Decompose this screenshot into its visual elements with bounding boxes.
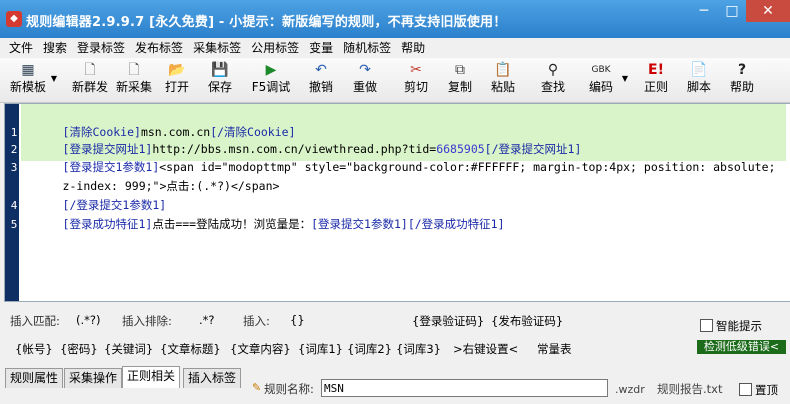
menu-variables[interactable]: 变量	[304, 38, 338, 58]
regex-icon: E!	[648, 62, 664, 78]
cut-button[interactable]: ✂ 剪切	[401, 62, 431, 100]
new-file-icon: 🗋	[128, 62, 140, 78]
line-number: 4	[10, 199, 18, 212]
paste-button[interactable]: 📋 粘贴	[488, 62, 518, 100]
debug-button[interactable]: ▶ F5调试	[250, 62, 292, 100]
tag-lexicon-3[interactable]: {词库3}	[396, 341, 441, 357]
binoculars-icon: ⚲	[547, 62, 559, 78]
exclude-label: 插入排除:	[122, 314, 172, 328]
rule-report-link[interactable]: 规则报告.txt	[657, 381, 722, 397]
encoding-button[interactable]: GBK 编码 ▼	[586, 62, 628, 100]
title-bar: ◆ 规则编辑器2.9.9.7 [永久免费] - 小提示：新版编写的规则，不再支持…	[0, 0, 790, 38]
line-number: 5	[10, 218, 18, 231]
post-captcha-tag[interactable]: {发布验证码}	[491, 313, 563, 329]
tag-account[interactable]: {帐号}	[15, 341, 53, 357]
insert-panel: 插入匹配: (.*?) 插入排除: .*? 插入: {} {登录验证码} {发布…	[0, 302, 790, 366]
copy-button[interactable]: ⧉ 复制	[445, 62, 475, 100]
new-post-button[interactable]: 🗋 新群发	[70, 62, 110, 100]
help-button[interactable]: ? 帮助	[727, 62, 757, 100]
tab-rule-properties[interactable]: 规则属性	[5, 368, 64, 388]
file-extension: .wzdr	[615, 383, 645, 396]
match-label: 插入匹配:	[10, 314, 60, 328]
undo-icon: ↶	[315, 62, 327, 78]
rule-name-label: 规则名称:	[264, 382, 314, 396]
menu-search[interactable]: 搜索	[38, 38, 72, 58]
tab-regex[interactable]: 正则相关	[122, 366, 181, 388]
tag-lexicon-1[interactable]: {词库1}	[298, 341, 343, 357]
new-collect-button[interactable]: 🗋 新采集	[114, 62, 154, 100]
checkbox-icon[interactable]	[739, 383, 752, 396]
tag-article-title[interactable]: {文章标题}	[160, 341, 221, 357]
rule-name-input[interactable]: MSN	[321, 379, 608, 397]
line-number: 3	[10, 161, 18, 174]
right-click-settings[interactable]: >右键设置<	[453, 341, 518, 357]
redo-icon: ↷	[359, 62, 371, 78]
insert-label: 插入:	[243, 314, 270, 328]
insert-exclude-value[interactable]: .*?	[199, 313, 215, 327]
menu-common-tags[interactable]: 公用标签	[246, 38, 304, 58]
script-button[interactable]: 📄 脚本	[684, 62, 714, 100]
code-editor[interactable]: 1 [清除Cookie]msn.com.cn[/清除Cookie] 2 [登录提交网…	[4, 103, 790, 302]
open-button[interactable]: 📂 打开	[162, 62, 192, 100]
regex-button[interactable]: E! 正则	[641, 62, 671, 100]
chevron-down-icon[interactable]: ▼	[51, 74, 57, 83]
tab-insert-tags[interactable]: 插入标签	[183, 368, 242, 388]
chevron-down-icon[interactable]: ▼	[622, 74, 628, 83]
code-line: 5 [登录成功特征1]点击===登陆成功！浏览量是：[登录提交1参数1][/登录成…	[11, 196, 786, 253]
save-button[interactable]: 💾 保存	[205, 62, 235, 100]
window-title: 规则编辑器2.9.9.7 [永久免费] - 小提示：新版编写的规则，不再支持旧版…	[26, 15, 507, 30]
menu-publish-tags[interactable]: 发布标签	[130, 38, 188, 58]
insert-braces-value[interactable]: {}	[290, 313, 305, 327]
copy-icon: ⧉	[455, 62, 465, 78]
tag-password[interactable]: {密码}	[60, 341, 98, 357]
menu-login-tags[interactable]: 登录标签	[72, 38, 130, 58]
line-number: 2	[10, 143, 18, 156]
find-button[interactable]: ⚲ 查找	[538, 62, 568, 100]
save-icon: 💾	[211, 62, 229, 78]
new-file-icon: 🗋	[84, 62, 96, 78]
pin-top-checkbox[interactable]: 置顶	[739, 382, 778, 398]
menu-bar: 文件 搜索 登录标签 发布标签 采集标签 公用标签 变量 随机标签 帮助	[0, 38, 790, 58]
status-bar: 规则属性 采集操作 正则相关 插入标签 ✎ 规则名称: MSN .wzdr 规则…	[0, 366, 790, 404]
tag-lexicon-2[interactable]: {词库2}	[347, 341, 392, 357]
paste-icon: 📋	[494, 62, 512, 78]
smart-hint-checkbox[interactable]: 智能提示	[700, 318, 762, 334]
close-button[interactable]: ✕	[746, 0, 790, 22]
new-template-button[interactable]: ▦ 新模板 ▼	[8, 62, 57, 100]
menu-collect-tags[interactable]: 采集标签	[188, 38, 246, 58]
checkbox-icon[interactable]	[700, 319, 713, 332]
constants-table[interactable]: 常量表	[537, 341, 572, 357]
undo-button[interactable]: ↶ 撤销	[306, 62, 336, 100]
minimize-button[interactable]: ─	[690, 0, 718, 22]
window-controls: ─ □ ✕	[690, 0, 790, 22]
script-icon: 📄	[690, 62, 708, 78]
encoding-badge: GBK	[591, 65, 611, 75]
check-errors-button[interactable]: 检测低级错误<	[697, 340, 786, 354]
menu-help[interactable]: 帮助	[396, 38, 430, 58]
edit-pencil-icon: ✎	[252, 381, 262, 394]
folder-open-icon: 📂	[168, 62, 186, 78]
play-icon: ▶	[265, 62, 277, 78]
toolbar: ▦ 新模板 ▼ 🗋 新群发 🗋 新采集 📂 打开 💾 保存 ▶ F5调试 ↶ 撤…	[0, 58, 790, 103]
template-icon: ▦	[21, 62, 35, 78]
tab-collect-operations[interactable]: 采集操作	[64, 368, 123, 388]
menu-random-tags[interactable]: 随机标签	[338, 38, 396, 58]
tag-keyword[interactable]: {关键词}	[104, 341, 153, 357]
scissors-icon: ✂	[410, 62, 422, 78]
tag-article-content[interactable]: {文章内容}	[230, 341, 291, 357]
insert-match-value[interactable]: (.*?)	[76, 313, 100, 327]
menu-file[interactable]: 文件	[0, 38, 38, 58]
help-icon: ?	[737, 62, 747, 78]
maximize-button[interactable]: □	[718, 0, 746, 22]
app-icon: ◆	[6, 11, 22, 27]
login-captcha-tag[interactable]: {登录验证码}	[412, 313, 484, 329]
redo-button[interactable]: ↷ 重做	[350, 62, 380, 100]
